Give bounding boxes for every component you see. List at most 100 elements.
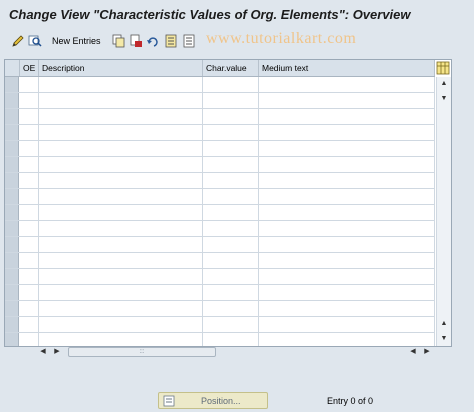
table-cell[interactable]	[39, 221, 203, 236]
table-cell[interactable]	[259, 221, 435, 236]
table-cell[interactable]	[20, 157, 39, 172]
table-cell[interactable]	[259, 173, 435, 188]
row-selector[interactable]	[5, 77, 19, 92]
table-cell[interactable]	[203, 77, 259, 92]
column-header-char-value[interactable]: Char.value	[203, 60, 259, 76]
table-cell[interactable]	[20, 269, 39, 284]
delete-icon[interactable]	[128, 33, 144, 49]
table-cell[interactable]	[20, 141, 39, 156]
table-cell[interactable]	[259, 189, 435, 204]
new-entries-button[interactable]: New Entries	[52, 36, 101, 46]
table-cell[interactable]	[203, 301, 259, 316]
row-selector[interactable]	[5, 205, 19, 220]
table-cell[interactable]	[259, 253, 435, 268]
column-header-medium-text[interactable]: Medium text	[259, 60, 435, 76]
table-cell[interactable]	[203, 221, 259, 236]
horizontal-scroll-thumb[interactable]: :::	[68, 347, 216, 357]
row-selector[interactable]	[5, 317, 19, 332]
column-header-oe[interactable]: OE	[20, 60, 39, 76]
deselect-all-icon[interactable]	[181, 33, 197, 49]
row-selector[interactable]	[5, 285, 19, 300]
table-cell[interactable]	[203, 109, 259, 124]
table-row[interactable]	[5, 157, 435, 173]
scroll-left-icon[interactable]: ◀	[38, 347, 48, 357]
table-cell[interactable]	[39, 109, 203, 124]
edit-icon[interactable]	[10, 33, 26, 49]
table-cell[interactable]	[39, 285, 203, 300]
table-row[interactable]	[5, 205, 435, 221]
select-all-icon[interactable]	[163, 33, 179, 49]
table-cell[interactable]	[203, 173, 259, 188]
table-cell[interactable]	[20, 301, 39, 316]
table-cell[interactable]	[20, 93, 39, 108]
table-row[interactable]	[5, 77, 435, 93]
table-row[interactable]	[5, 189, 435, 205]
table-row[interactable]	[5, 269, 435, 285]
table-cell[interactable]	[39, 125, 203, 140]
table-row[interactable]	[5, 221, 435, 237]
table-row[interactable]	[5, 173, 435, 189]
table-cell[interactable]	[39, 77, 203, 92]
scroll-far-left-icon[interactable]: ◀	[408, 347, 418, 357]
row-selector[interactable]	[5, 125, 19, 140]
table-cell[interactable]	[259, 205, 435, 220]
table-cell[interactable]	[203, 125, 259, 140]
table-cell[interactable]	[39, 317, 203, 332]
table-cell[interactable]	[259, 141, 435, 156]
table-cell[interactable]	[203, 93, 259, 108]
table-cell[interactable]	[20, 253, 39, 268]
table-row[interactable]	[5, 125, 435, 141]
table-row[interactable]	[5, 301, 435, 317]
table-row[interactable]	[5, 253, 435, 269]
table-cell[interactable]	[259, 109, 435, 124]
table-cell[interactable]	[39, 333, 203, 346]
table-cell[interactable]	[259, 157, 435, 172]
table-cell[interactable]	[259, 237, 435, 252]
table-cell[interactable]	[203, 269, 259, 284]
column-header-description[interactable]: Description	[39, 60, 203, 76]
row-selector[interactable]	[5, 109, 19, 124]
table-cell[interactable]	[20, 109, 39, 124]
scroll-page-down-icon[interactable]: ▼	[439, 94, 449, 104]
position-button[interactable]: Position...	[158, 392, 268, 409]
table-cell[interactable]	[39, 301, 203, 316]
table-cell[interactable]	[20, 237, 39, 252]
scroll-far-right-icon[interactable]: ▶	[422, 347, 432, 357]
table-cell[interactable]	[39, 157, 203, 172]
table-cell[interactable]	[39, 253, 203, 268]
table-cell[interactable]	[39, 93, 203, 108]
table-cell[interactable]	[203, 157, 259, 172]
table-settings-icon[interactable]	[436, 61, 450, 75]
row-selector[interactable]	[5, 237, 19, 252]
table-cell[interactable]	[203, 317, 259, 332]
table-row[interactable]	[5, 285, 435, 301]
table-row[interactable]	[5, 237, 435, 253]
table-cell[interactable]	[259, 317, 435, 332]
undo-icon[interactable]	[145, 33, 161, 49]
horizontal-scrollbar[interactable]: ◀ ▶ ::: ◀ ▶	[38, 346, 446, 358]
table-cell[interactable]	[259, 285, 435, 300]
scroll-down-icon[interactable]: ▼	[439, 334, 449, 344]
table-cell[interactable]	[259, 93, 435, 108]
vertical-scrollbar[interactable]: ▲ ▼ ▲ ▼	[436, 77, 451, 346]
table-row[interactable]	[5, 141, 435, 157]
table-cell[interactable]	[20, 205, 39, 220]
select-all-column-header[interactable]	[5, 60, 20, 76]
table-cell[interactable]	[203, 141, 259, 156]
table-cell[interactable]	[203, 333, 259, 346]
scroll-up-icon[interactable]: ▲	[439, 79, 449, 89]
row-selector[interactable]	[5, 301, 19, 316]
table-cell[interactable]	[203, 253, 259, 268]
row-selector[interactable]	[5, 333, 19, 346]
table-cell[interactable]	[20, 77, 39, 92]
row-selector[interactable]	[5, 269, 19, 284]
table-cell[interactable]	[39, 189, 203, 204]
table-cell[interactable]	[259, 333, 435, 346]
row-selector[interactable]	[5, 253, 19, 268]
table-cell[interactable]	[259, 301, 435, 316]
table-cell[interactable]	[203, 205, 259, 220]
table-cell[interactable]	[20, 333, 39, 346]
row-selector[interactable]	[5, 93, 19, 108]
row-selector[interactable]	[5, 189, 19, 204]
table-cell[interactable]	[20, 189, 39, 204]
